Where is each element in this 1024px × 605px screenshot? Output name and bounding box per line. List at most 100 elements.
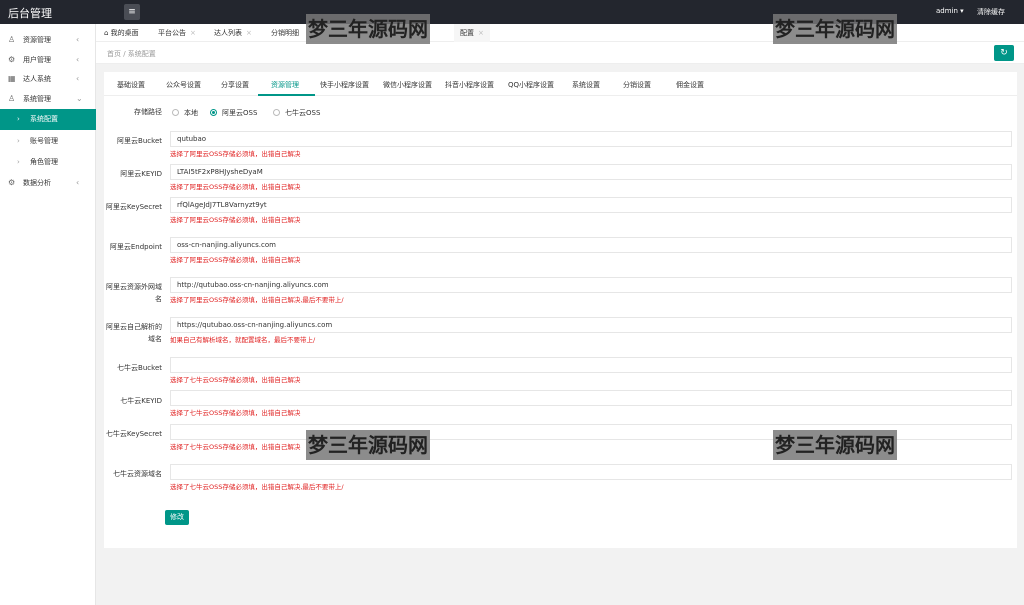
aliyun-bucket-input[interactable]: qutubao [170,131,1012,147]
chevron-left-icon: ‹ [76,74,80,83]
grid-icon: ▦ [8,74,16,83]
chevron-left-icon: ‹ [76,55,80,64]
tab-distribution[interactable]: 分销明细 [271,24,299,42]
field-tip: 选择了七牛云OSS存储必须填，出错自己解决 [170,443,301,451]
field-tip: 选择了阿里云OSS存储必须填，出错自己解决 [170,150,301,158]
aliyun-keysecret-input[interactable]: rfQlAgeJdJ7TL8Varnyzt9yt [170,197,1012,213]
field-tip: 选择了阿里云OSS存储必须填，出错自己解决 [170,256,301,264]
sidebar-subitem-system-config[interactable]: › 系统配置 [0,109,96,130]
field-tip: 选择了七牛云OSS存储必须填，出错自己解决 [170,376,301,384]
subtab-basic[interactable]: 基础设置 [117,80,145,90]
sidebar-item-label: 数据分析 [23,179,51,187]
watermark: 梦三年源码网 [773,430,897,460]
field-label: 七牛云资源域名 [113,470,162,478]
gear-icon: ⚙ [8,55,16,64]
sidebar-item-label: 用户管理 [23,56,51,64]
tab-label: 达人列表 [214,29,242,37]
sidebar-subitem-accounts[interactable]: › 账号管理 [0,131,96,152]
subtab-share[interactable]: 分享设置 [221,80,249,90]
field-label: 阿里云Endpoint [109,243,162,251]
chevron-right-icon: › [17,115,20,123]
subtab-distribution[interactable]: 分销设置 [623,80,651,90]
field-label: 七牛云KEYID [120,397,162,405]
aliyun-external-domain-input[interactable]: http://qutubao.oss-cn-nanjing.aliyuncs.c… [170,277,1012,293]
chevron-down-icon: ⌄ [76,94,83,103]
subtab-kuaishou[interactable]: 快手小程序设置 [320,80,369,90]
chart-icon: ⚙ [8,178,16,187]
qiniu-domain-input[interactable] [170,464,1012,480]
field-label: 阿里云KEYID [120,170,162,178]
qiniu-keyid-input[interactable] [170,390,1012,406]
radio-circle [273,109,280,116]
field-tip: 选择了阿里云OSS存储必须填，出错自己解决 [170,183,301,191]
close-icon[interactable]: × [246,29,252,37]
subtab-qq[interactable]: QQ小程序设置 [508,80,554,90]
sidebar-subitem-label: 账号管理 [30,137,58,145]
radio-qiniu-oss[interactable]: 七牛云OSS [273,108,320,118]
qiniu-bucket-input[interactable] [170,357,1012,373]
users-icon: ♙ [8,94,16,103]
radio-circle-selected [210,109,217,116]
tab-talent-list[interactable]: 达人列表 × [214,24,252,42]
field-tip: 选择了七牛云OSS存储必须填，出错自己解决,最后不要带上/ [170,483,344,491]
settings-tabs: 基础设置 公众号设置 分享设置 资源管理 快手小程序设置 微信小程序设置 抖音小… [104,72,1017,96]
clear-cache-button[interactable]: 清除缓存 [977,7,1005,17]
tab-announcements[interactable]: 平台公告 × [158,24,196,42]
radio-local[interactable]: 本地 [172,108,198,118]
field-label: 阿里云资源外网域名 [106,283,162,303]
field-label: 阿里云Bucket [117,137,162,145]
tab-desktop[interactable]: ⌂ 我的桌面 [104,24,139,42]
subtab-system[interactable]: 系统设置 [572,80,600,90]
sidebar-item-analytics[interactable]: ⚙ 数据分析 ‹ [0,173,96,193]
sidebar-subitem-label: 角色管理 [30,158,58,166]
sidebar-item-resources[interactable]: ♙ 资源管理 ‹ [0,30,96,50]
storage-label: 存储路径 [134,108,162,116]
tab-label: ⌂ 我的桌面 [104,29,139,37]
radio-label: 七牛云OSS [285,109,321,117]
subtab-resources[interactable]: 资源管理 [271,80,299,90]
field-tip: 选择了阿里云OSS存储必须填，出错自己解决,最后不要带上/ [170,296,344,304]
field-tip: 选择了七牛云OSS存储必须填，出错自己解决 [170,409,301,417]
radio-circle [172,109,179,116]
sidebar-subitem-label: 系统配置 [30,115,58,123]
sidebar-item-talent[interactable]: ▦ 达人系统 ‹ [0,69,96,89]
aliyun-custom-domain-input[interactable]: https://qutubao.oss-cn-nanjing.aliyuncs.… [170,317,1012,333]
tab-label: 分销明细 [271,29,299,37]
menu-toggle-icon[interactable]: ≡ [124,4,140,20]
close-icon[interactable]: × [478,29,484,37]
aliyun-endpoint-input[interactable]: oss-cn-nanjing.aliyuncs.com [170,237,1012,253]
chevron-left-icon: ‹ [76,35,80,44]
app-title: 后台管理 [8,7,52,20]
sidebar: ♙ 资源管理 ‹ ⚙ 用户管理 ‹ ▦ 达人系统 ‹ ♙ 系统管理 ⌄ › 系统… [0,24,96,605]
tab-label: 配置 [460,29,474,37]
tab-label: 平台公告 [158,29,186,37]
person-icon: ♙ [8,35,16,44]
subtab-wechat-official[interactable]: 公众号设置 [166,80,201,90]
subtab-wechat-mini[interactable]: 微信小程序设置 [383,80,432,90]
subtab-commission[interactable]: 佣金设置 [676,80,704,90]
sidebar-item-users[interactable]: ⚙ 用户管理 ‹ [0,50,96,70]
radio-label: 本地 [184,109,198,117]
field-label: 阿里云KeySecret [105,203,162,211]
breadcrumb: 首页 / 系统配置 [107,50,156,58]
sidebar-item-label: 系统管理 [23,95,51,103]
sidebar-item-label: 达人系统 [23,75,51,83]
sidebar-item-system[interactable]: ♙ 系统管理 ⌄ [0,89,96,109]
user-menu[interactable]: admin ▾ [936,7,964,15]
chevron-right-icon: › [17,137,20,145]
watermark: 梦三年源码网 [306,430,430,460]
breadcrumb-bar: 首页 / 系统配置 ↻ [96,42,1024,64]
field-tip: 如果自己有解析域名，就配置域名，最后不要带上/ [170,336,316,344]
radio-aliyun-oss[interactable]: 阿里云OSS [210,108,257,118]
field-label: 七牛云Bucket [117,364,162,372]
submit-button[interactable]: 修改 [165,510,189,525]
sidebar-item-label: 资源管理 [23,36,51,44]
tab-config[interactable]: 配置 × [454,24,490,42]
refresh-icon[interactable]: ↻ [994,45,1014,61]
aliyun-keyid-input[interactable]: LTAI5tF2xP8HJysheDyaM [170,164,1012,180]
chevron-right-icon: › [17,158,20,166]
close-icon[interactable]: × [190,29,196,37]
subtab-douyin[interactable]: 抖音小程序设置 [445,80,494,90]
field-label: 七牛云KeySecret [105,430,162,438]
sidebar-subitem-roles[interactable]: › 角色管理 [0,152,96,173]
